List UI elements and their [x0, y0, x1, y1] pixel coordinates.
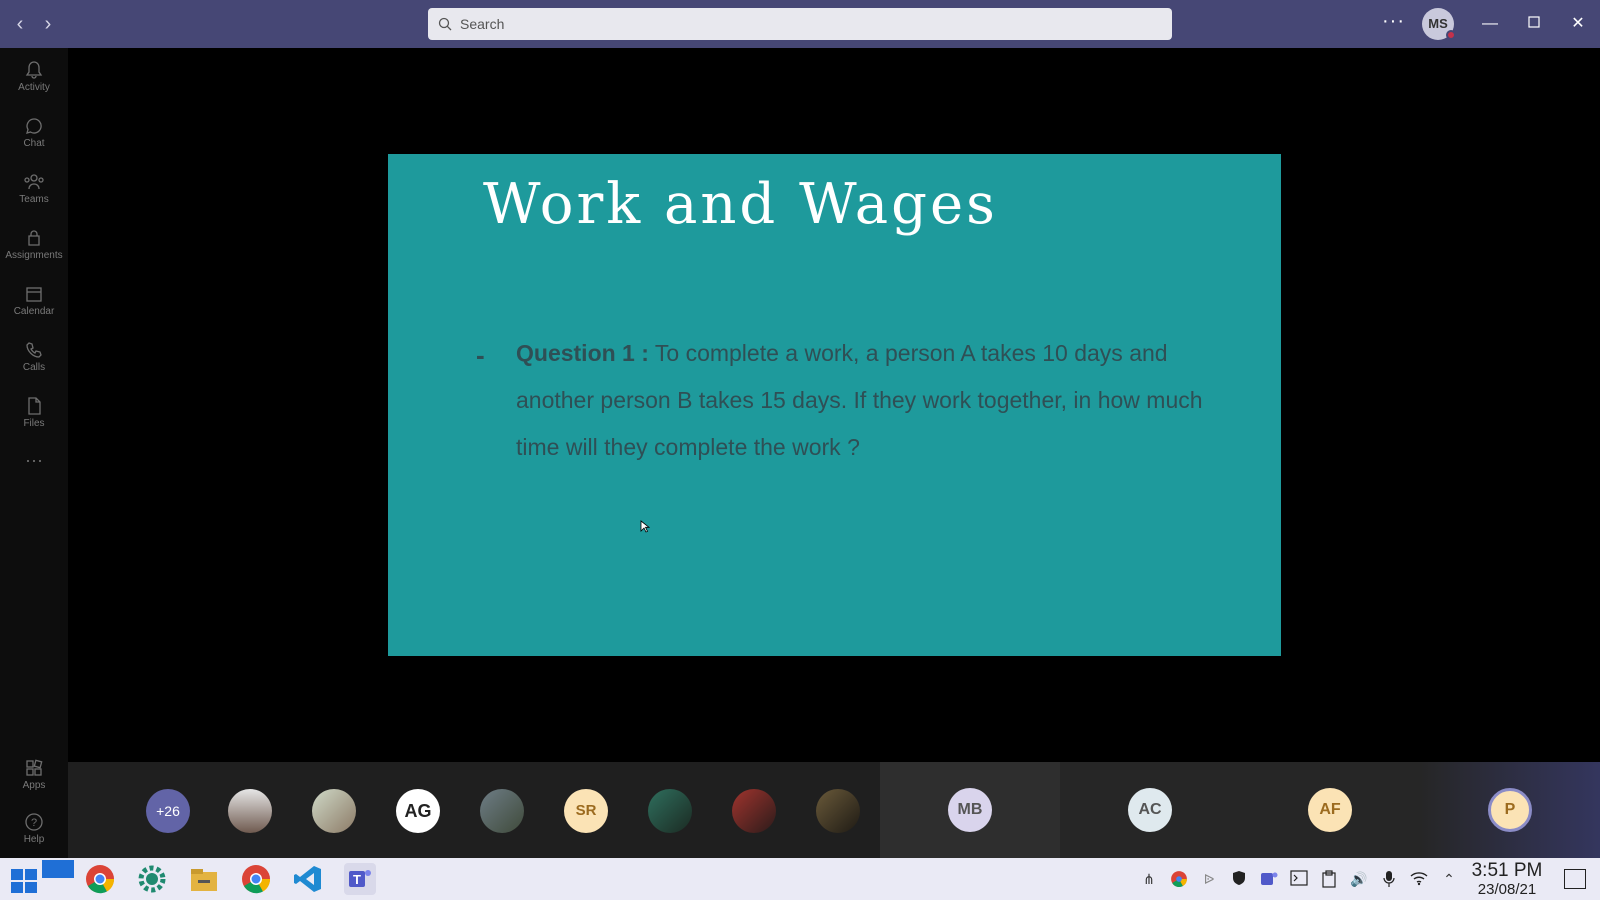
file-explorer-icon[interactable]	[188, 863, 220, 895]
slide-question: Question 1 : To complete a work, a perso…	[516, 330, 1216, 471]
bell-icon	[25, 61, 43, 79]
title-bar: ‹ › ··· MS — ✕	[0, 0, 1600, 48]
participant-avatar[interactable]	[732, 789, 776, 833]
more-participants-button[interactable]: +26	[146, 789, 190, 833]
close-icon[interactable]: ✕	[1566, 12, 1590, 36]
rail-item-calls[interactable]: Calls	[0, 336, 68, 388]
chat-icon	[26, 118, 42, 134]
rail-item-calendar[interactable]: Calendar	[0, 280, 68, 332]
rail-label: Activity	[18, 82, 50, 93]
file-icon	[28, 397, 41, 415]
mouse-cursor-icon	[640, 520, 650, 533]
chrome-icon[interactable]	[84, 863, 116, 895]
rail-label: Apps	[22, 780, 46, 791]
rail-label: Chat	[23, 138, 45, 149]
participant-avatar[interactable]	[312, 789, 356, 833]
forward-icon[interactable]: ›	[36, 12, 60, 36]
gear-app-icon[interactable]	[136, 863, 168, 895]
search-input[interactable]	[460, 16, 1140, 32]
bluetooth-icon[interactable]: ᐉ	[1200, 870, 1218, 888]
vscode-icon[interactable]	[292, 863, 324, 895]
slide-bullet: -	[476, 340, 485, 370]
participant-avatar[interactable]	[480, 789, 524, 833]
participant-tile[interactable]: MB	[880, 762, 1060, 858]
wifi-direct-icon[interactable]: ⋔	[1140, 870, 1158, 888]
app-rail: Activity Chat Teams Assignments Calendar…	[0, 48, 68, 860]
rail-label: Calls	[22, 362, 46, 373]
minimize-icon[interactable]: —	[1478, 12, 1502, 36]
participant-avatar[interactable]: SR	[564, 789, 608, 833]
clipboard-icon[interactable]	[1320, 870, 1338, 888]
participant-initials: AF	[1308, 788, 1352, 832]
rail-label: Files	[23, 418, 45, 429]
question-label: Question 1 :	[516, 340, 649, 366]
rail-label: Assignments	[5, 250, 63, 261]
participant-strip: +26 AG SR MB AC AF P	[68, 762, 1600, 858]
rail-label: Calendar	[13, 306, 55, 317]
terminal-icon[interactable]	[1290, 870, 1308, 888]
help-icon: ?	[25, 813, 43, 831]
svg-text:T: T	[353, 872, 361, 887]
participant-avatar[interactable]	[648, 789, 692, 833]
task-view-icon[interactable]	[42, 860, 74, 878]
system-clock[interactable]: 3:51 PM 23/08/21	[1466, 860, 1548, 898]
presentation-slide: Work and Wages - Question 1 : To complet…	[388, 154, 1281, 656]
back-icon[interactable]: ‹	[8, 12, 32, 36]
participant-tile[interactable]: P	[1420, 762, 1600, 858]
notification-center-icon[interactable]	[1564, 869, 1586, 889]
windows-start-icon[interactable]	[8, 863, 40, 895]
participant-tile[interactable]: AF	[1240, 762, 1420, 858]
rail-label: Teams	[19, 194, 49, 205]
phone-icon	[26, 342, 42, 358]
status-dot	[1446, 30, 1456, 40]
rail-label: Help	[23, 834, 45, 845]
chrome-icon[interactable]	[240, 863, 272, 895]
clock-time: 3:51 PM	[1471, 860, 1543, 881]
participant-initials: AC	[1128, 788, 1172, 832]
windows-taskbar: T ⋔ ᐉ 🔊 ⌃ 3:51 PM 23/08/21	[0, 858, 1600, 900]
more-options-icon[interactable]: ···	[1382, 10, 1405, 33]
rail-item-teams[interactable]: Teams	[0, 168, 68, 220]
rail-item-apps[interactable]: Apps	[0, 754, 68, 806]
teams-app-icon[interactable]: T	[344, 863, 376, 895]
participant-initials: MB	[948, 788, 992, 832]
calendar-icon	[26, 287, 42, 302]
avatar-initials: MS	[1428, 16, 1448, 31]
profile-avatar[interactable]: MS	[1422, 8, 1456, 40]
participant-avatar[interactable]: AG	[396, 789, 440, 833]
search-box[interactable]	[428, 8, 1172, 40]
chrome-tray-icon[interactable]	[1170, 870, 1188, 888]
rail-item-chat[interactable]: Chat	[0, 112, 68, 164]
rail-item-help[interactable]: ? Help	[0, 808, 68, 860]
chevron-up-icon[interactable]: ⌃	[1440, 870, 1458, 888]
svg-text:?: ?	[31, 817, 37, 829]
microphone-icon[interactable]	[1380, 870, 1398, 888]
participant-avatar[interactable]	[228, 789, 272, 833]
participant-avatar[interactable]	[816, 789, 860, 833]
assignments-icon	[28, 230, 40, 246]
search-icon	[438, 17, 452, 31]
participant-initials: P	[1488, 788, 1532, 832]
apps-icon	[26, 759, 43, 776]
rail-item-assignments[interactable]: Assignments	[0, 224, 68, 276]
teams-icon	[24, 174, 44, 190]
maximize-icon[interactable]	[1522, 12, 1546, 36]
security-shield-icon[interactable]	[1230, 870, 1248, 888]
clock-date: 23/08/21	[1477, 881, 1537, 898]
rail-item-files[interactable]: Files	[0, 392, 68, 444]
slide-title: Work and Wages	[483, 172, 998, 237]
wifi-icon[interactable]	[1410, 870, 1428, 888]
rail-item-activity[interactable]: Activity	[0, 56, 68, 108]
more-apps-icon[interactable]: ···	[0, 451, 68, 478]
volume-icon[interactable]: 🔊	[1350, 870, 1368, 888]
teams-tray-icon[interactable]	[1260, 870, 1278, 888]
participant-tile[interactable]: AC	[1060, 762, 1240, 858]
